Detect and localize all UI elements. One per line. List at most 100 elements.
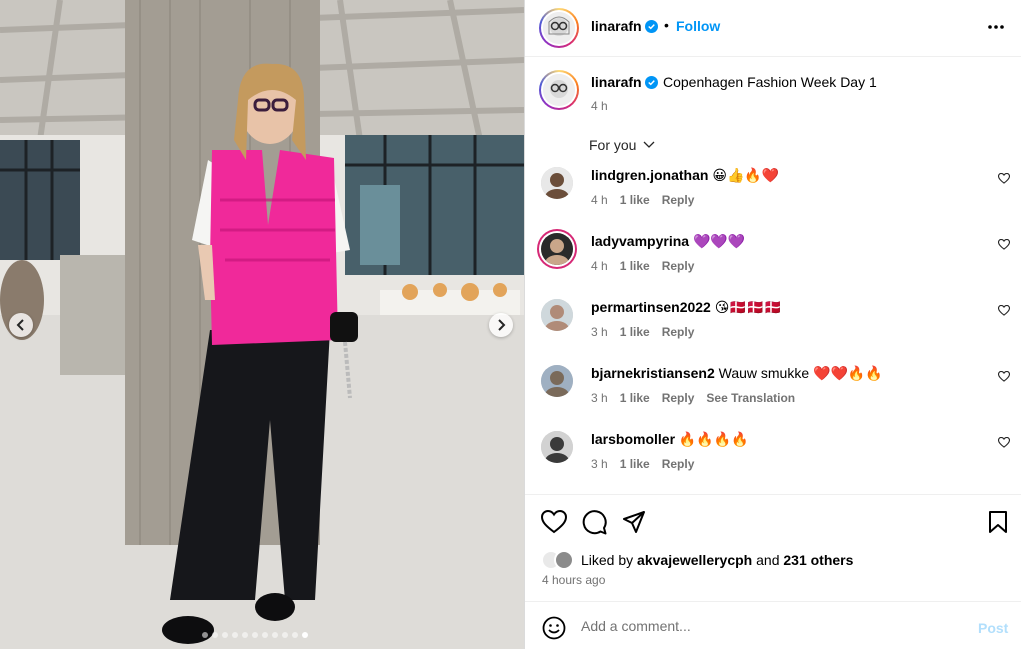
comment-meta: 4 h 1 like Reply (591, 259, 694, 273)
comment-likes-count[interactable]: 1 like (620, 391, 650, 405)
comment-meta: 4 h 1 like Reply (591, 193, 694, 207)
caption-author-username[interactable]: linarafn (591, 74, 658, 90)
comment-like-heart-icon[interactable] (998, 437, 1010, 448)
heart-icon[interactable] (541, 510, 567, 534)
verified-badge-icon (644, 76, 658, 89)
comment-input[interactable] (581, 614, 961, 638)
add-comment-bar: Post (525, 601, 1021, 649)
comment-meta: 3 h 1 like Reply (591, 457, 694, 471)
comment-time[interactable]: 4 h (591, 259, 608, 273)
carousel-dot (282, 632, 288, 638)
commenter-avatar[interactable] (541, 233, 573, 265)
comment-text: lindgren.jonathan 😀👍🔥❤️ (591, 167, 779, 184)
carousel-dot (252, 632, 258, 638)
comment-body: 🔥🔥🔥🔥 (678, 431, 749, 447)
carousel-dot (242, 632, 248, 638)
comment-bubble-icon[interactable] (582, 510, 607, 535)
comment-like-heart-icon[interactable] (998, 371, 1010, 382)
comment-item: lindgren.jonathan 😀👍🔥❤️ 4 h 1 like Reply (525, 167, 1021, 233)
see-translation-button[interactable]: See Translation (706, 391, 795, 405)
more-horizontal-icon[interactable] (987, 18, 1005, 36)
comment-sort-label: For you (589, 137, 637, 153)
commenter-username[interactable]: permartinsen2022 (591, 299, 711, 315)
carousel-dot (222, 632, 228, 638)
chevron-right-icon (498, 319, 506, 331)
comment-item: permartinsen2022 😘🇩🇰🇩🇰🇩🇰 3 h 1 like Repl… (525, 299, 1021, 365)
comment-body: 😘🇩🇰🇩🇰🇩🇰 (714, 299, 782, 315)
comment-likes-count[interactable]: 1 like (620, 325, 650, 339)
comment-reply-button[interactable]: Reply (662, 325, 695, 339)
commenter-avatar[interactable] (541, 299, 573, 331)
liked-by-summary: Liked by akvajewellerycph and 231 others (541, 550, 853, 570)
carousel-dot (272, 632, 278, 638)
comment-meta: 3 h 1 like Reply See Translation (591, 391, 795, 405)
comment-reply-button[interactable]: Reply (662, 259, 695, 273)
author-avatar[interactable] (539, 8, 579, 48)
carousel-dot (232, 632, 238, 638)
comment-likes-count[interactable]: 1 like (620, 193, 650, 207)
author-username-text: linarafn (591, 18, 642, 34)
commenter-username[interactable]: larsbomoller (591, 431, 675, 447)
comment-item: larsbomoller 🔥🔥🔥🔥 3 h 1 like Reply (525, 431, 1021, 497)
carousel-prev-button[interactable] (9, 313, 33, 337)
post-actions: Liked by akvajewellerycph and 231 others… (525, 494, 1021, 601)
carousel-dot (212, 632, 218, 638)
carousel-dot (262, 632, 268, 638)
comment-time[interactable]: 3 h (591, 325, 608, 339)
commenter-username[interactable]: lindgren.jonathan (591, 167, 708, 183)
comment-reply-button[interactable]: Reply (662, 457, 695, 471)
comment-item: ladyvampyrina 💜💜💜 4 h 1 like Reply (525, 233, 1021, 299)
liked-by-avatars[interactable] (541, 550, 574, 570)
comment-likes-count[interactable]: 1 like (620, 457, 650, 471)
caption-author-avatar[interactable] (539, 70, 579, 110)
comment-text: ladyvampyrina 💜💜💜 (591, 233, 745, 250)
comment-text: larsbomoller 🔥🔥🔥🔥 (591, 431, 749, 448)
liked-by-user-link[interactable]: akvajewellerycph (637, 552, 752, 568)
comment-reply-button[interactable]: Reply (662, 391, 695, 405)
follow-button[interactable]: Follow (676, 18, 720, 34)
comment-time[interactable]: 4 h (591, 193, 608, 207)
carousel-next-button[interactable] (489, 313, 513, 337)
post-timestamp[interactable]: 4 hours ago (542, 573, 605, 587)
commenter-username[interactable]: ladyvampyrina (591, 233, 689, 249)
verified-badge-icon (644, 20, 658, 33)
comment-like-heart-icon[interactable] (998, 239, 1010, 250)
caption-author-text: linarafn (591, 74, 642, 90)
commenter-username[interactable]: bjarnekristiansen2 (591, 365, 715, 381)
commenter-avatar[interactable] (541, 365, 573, 397)
comment-time[interactable]: 3 h (591, 457, 608, 471)
post-photo (0, 0, 524, 649)
comment-time[interactable]: 3 h (591, 391, 608, 405)
header-separator: • (664, 17, 669, 33)
post-media[interactable] (0, 0, 524, 649)
comment-text: permartinsen2022 😘🇩🇰🇩🇰🇩🇰 (591, 299, 782, 316)
comment-body: 💜💜💜 (692, 233, 746, 249)
comment-like-heart-icon[interactable] (998, 173, 1010, 184)
post-details-panel: linarafn • Follow linarafn Copenhagen Fa… (524, 0, 1021, 649)
comment-body: 😀👍🔥❤️ (712, 167, 780, 183)
post-header: linarafn • Follow (525, 0, 1021, 57)
bookmark-icon[interactable] (988, 510, 1008, 534)
carousel-indicator (202, 632, 308, 638)
comment-like-heart-icon[interactable] (998, 305, 1010, 316)
comment-likes-count[interactable]: 1 like (620, 259, 650, 273)
liked-by-prefix: Liked by (581, 552, 634, 568)
post-comment-button[interactable]: Post (978, 620, 1008, 636)
chevron-down-icon (643, 141, 655, 148)
commenter-avatar[interactable] (541, 431, 573, 463)
comment-reply-button[interactable]: Reply (662, 193, 695, 207)
chevron-left-icon (16, 319, 24, 331)
caption-timestamp[interactable]: 4 h (591, 99, 608, 113)
smiley-icon[interactable] (542, 616, 566, 640)
paper-plane-icon[interactable] (622, 510, 646, 534)
comment-sort-dropdown[interactable]: For you (589, 137, 655, 153)
comment-text: bjarnekristiansen2 Wauw smukke ❤️❤️🔥🔥 (591, 365, 883, 382)
caption-text: Copenhagen Fashion Week Day 1 (663, 74, 877, 90)
author-username[interactable]: linarafn (591, 18, 658, 34)
commenter-avatar[interactable] (541, 167, 573, 199)
carousel-dot (292, 632, 298, 638)
carousel-dot (302, 632, 308, 638)
comment-item: bjarnekristiansen2 Wauw smukke ❤️❤️🔥🔥 3 … (525, 365, 1021, 431)
liked-by-others-link[interactable]: 231 others (783, 552, 853, 568)
liked-by-and: and (756, 552, 780, 568)
